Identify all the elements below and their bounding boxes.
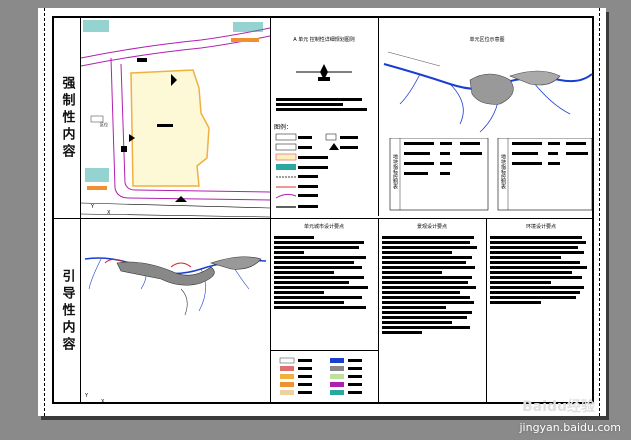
- top-middle-divider: [378, 18, 379, 216]
- location-map-title: 单元区位示意图: [469, 37, 505, 43]
- guidance-legend: [279, 357, 362, 395]
- legend-panel: [275, 133, 358, 208]
- right-dash-guide: [599, 8, 600, 416]
- guidance-content-label: 引导性内容: [59, 268, 75, 354]
- bottom-divider-2: [486, 218, 487, 402]
- svg-text:Y: Y: [84, 393, 89, 399]
- svg-text:X: X: [101, 399, 105, 404]
- watermark-brand: Baidu经验: [522, 399, 595, 415]
- mandatory-content-label: 强制性内容: [59, 75, 75, 161]
- legend-box-divider: [270, 350, 378, 351]
- environment-design-text: [490, 234, 592, 306]
- control-plan-title: A 单元 控制性详细规划图则: [293, 37, 355, 43]
- landscape-design-title: 景观设计要点: [416, 224, 447, 230]
- legend-title: 图例：: [274, 124, 293, 131]
- drawing-frame: 强制性内容 引导性内容 Y X 区位 A 单元 控制性详细规划图则 图例： 单元…: [52, 16, 594, 404]
- map-area-label: 区位: [100, 122, 108, 127]
- table-side-label-left: 地块指标控制表: [392, 154, 398, 189]
- drawing-sheet: 强制性内容 引导性内容 Y X 区位 A 单元 控制性详细规划图则 图例： 单元…: [38, 8, 606, 416]
- compass-icon: [296, 64, 352, 81]
- site-plan-map: Y X: [81, 18, 270, 218]
- svg-text:X: X: [107, 210, 111, 216]
- watermark-url: jingyan.baidu.com: [519, 421, 621, 434]
- urban-design-title: 单元城市设计要点: [303, 224, 344, 230]
- location-map: [383, 51, 593, 133]
- landscape-design-text: [382, 234, 482, 336]
- guidance-map: Y X: [84, 256, 267, 404]
- indicator-tables: [389, 138, 593, 211]
- left-dash-guide: [44, 8, 45, 416]
- environment-design-title: 环境设计要点: [525, 224, 556, 230]
- bottom-divider-1: [378, 218, 379, 402]
- left-panel-divider: [270, 18, 271, 402]
- table-side-label-right: 地块指标控制表: [500, 154, 506, 189]
- urban-design-text: [274, 234, 374, 311]
- plan-notes: [276, 96, 372, 113]
